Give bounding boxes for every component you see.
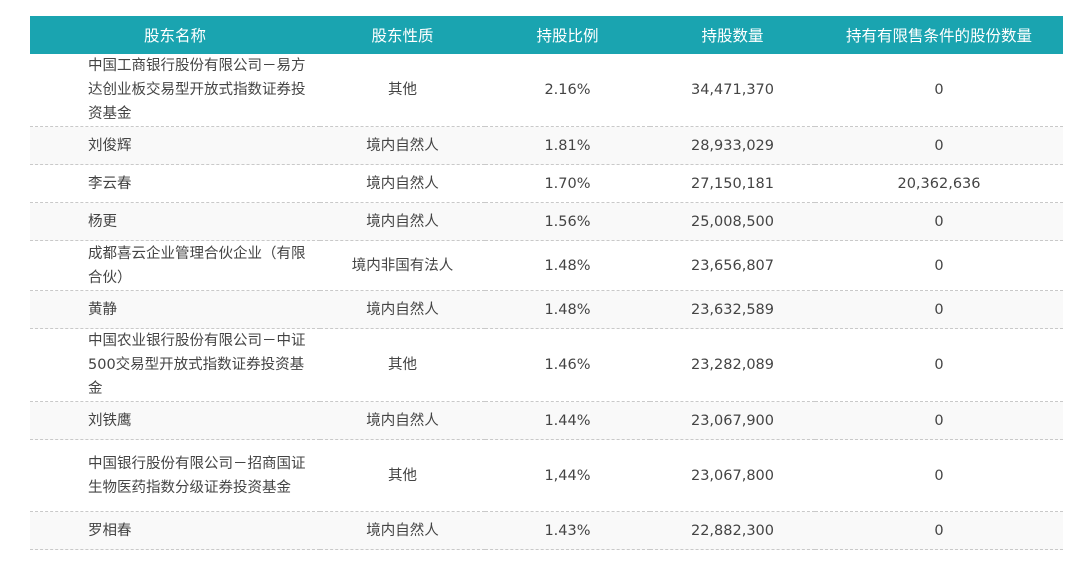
table-row: 中国工商银行股份有限公司－易方达创业板交易型开放式指数证券投资基金 其他 2.1…	[30, 54, 1063, 127]
restricted-shares: 0	[815, 439, 1063, 512]
share-count: 34,471,370	[650, 54, 815, 127]
shareholder-type: 境内自然人	[320, 511, 485, 550]
share-count: 28,933,029	[650, 126, 815, 165]
header-shareholder-name: 股东名称	[30, 16, 320, 54]
shareholder-type: 其他	[320, 54, 485, 127]
shareholder-type: 境内自然人	[320, 202, 485, 241]
shareholder-type: 境内非国有法人	[320, 240, 485, 291]
shareholder-name: 刘俊辉	[30, 126, 320, 165]
holding-ratio: 1.81%	[485, 126, 650, 165]
restricted-shares: 0	[815, 240, 1063, 291]
share-count: 27,150,181	[650, 164, 815, 203]
share-count: 23,282,089	[650, 328, 815, 402]
holding-ratio: 1.44%	[485, 401, 650, 440]
holding-ratio: 1,44%	[485, 439, 650, 512]
table-header: 股东名称 股东性质 持股比例 持股数量 持有有限售条件的股份数量	[30, 16, 1063, 54]
restricted-shares: 0	[815, 202, 1063, 241]
share-count: 23,067,900	[650, 401, 815, 440]
holding-ratio: 2.16%	[485, 54, 650, 127]
share-count: 23,656,807	[650, 240, 815, 291]
table-row: 成都喜云企业管理合伙企业（有限合伙） 境内非国有法人 1.48% 23,656,…	[30, 240, 1063, 291]
table-row: 刘铁鹰 境内自然人 1.44% 23,067,900 0	[30, 401, 1063, 440]
table-row: 杨更 境内自然人 1.56% 25,008,500 0	[30, 202, 1063, 241]
restricted-shares: 0	[815, 290, 1063, 329]
shareholder-table-container: 股东名称 股东性质 持股比例 持股数量 持有有限售条件的股份数量 中国工商银行股…	[30, 16, 1063, 550]
table-row: 罗相春 境内自然人 1.43% 22,882,300 0	[30, 511, 1063, 550]
holding-ratio: 1.70%	[485, 164, 650, 203]
holding-ratio: 1.43%	[485, 511, 650, 550]
header-shareholder-type: 股东性质	[320, 16, 485, 54]
shareholder-type: 境内自然人	[320, 401, 485, 440]
shareholder-type: 境内自然人	[320, 290, 485, 329]
header-restricted-shares: 持有有限售条件的股份数量	[815, 16, 1063, 54]
restricted-shares: 0	[815, 401, 1063, 440]
restricted-shares: 0	[815, 328, 1063, 402]
share-count: 23,067,800	[650, 439, 815, 512]
holding-ratio: 1.46%	[485, 328, 650, 402]
shareholder-name: 中国工商银行股份有限公司－易方达创业板交易型开放式指数证券投资基金	[30, 54, 320, 127]
shareholder-name: 黄静	[30, 290, 320, 329]
shareholder-type: 境内自然人	[320, 164, 485, 203]
shareholder-name: 中国农业银行股份有限公司－中证500交易型开放式指数证券投资基金	[30, 328, 320, 402]
shareholder-name: 李云春	[30, 164, 320, 203]
shareholder-name: 刘铁鹰	[30, 401, 320, 440]
holding-ratio: 1.48%	[485, 290, 650, 329]
shareholder-name: 杨更	[30, 202, 320, 241]
holding-ratio: 1.56%	[485, 202, 650, 241]
table-body: 中国工商银行股份有限公司－易方达创业板交易型开放式指数证券投资基金 其他 2.1…	[30, 54, 1063, 550]
shareholder-name: 中国银行股份有限公司－招商国证生物医药指数分级证券投资基金	[30, 439, 320, 512]
restricted-shares: 0	[815, 126, 1063, 165]
restricted-shares: 20,362,636	[815, 164, 1063, 203]
shareholder-name: 罗相春	[30, 511, 320, 550]
header-holding-ratio: 持股比例	[485, 16, 650, 54]
holding-ratio: 1.48%	[485, 240, 650, 291]
shareholder-table: 股东名称 股东性质 持股比例 持股数量 持有有限售条件的股份数量 中国工商银行股…	[30, 16, 1063, 550]
table-row: 刘俊辉 境内自然人 1.81% 28,933,029 0	[30, 126, 1063, 165]
header-share-count: 持股数量	[650, 16, 815, 54]
share-count: 22,882,300	[650, 511, 815, 550]
share-count: 25,008,500	[650, 202, 815, 241]
restricted-shares: 0	[815, 54, 1063, 127]
shareholder-name: 成都喜云企业管理合伙企业（有限合伙）	[30, 240, 320, 291]
shareholder-type: 其他	[320, 439, 485, 512]
table-row: 中国农业银行股份有限公司－中证500交易型开放式指数证券投资基金 其他 1.46…	[30, 328, 1063, 402]
table-row: 黄静 境内自然人 1.48% 23,632,589 0	[30, 290, 1063, 329]
share-count: 23,632,589	[650, 290, 815, 329]
table-row: 李云春 境内自然人 1.70% 27,150,181 20,362,636	[30, 164, 1063, 203]
table-row: 中国银行股份有限公司－招商国证生物医药指数分级证券投资基金 其他 1,44% 2…	[30, 439, 1063, 512]
header-row: 股东名称 股东性质 持股比例 持股数量 持有有限售条件的股份数量	[30, 16, 1063, 54]
shareholder-type: 其他	[320, 328, 485, 402]
shareholder-type: 境内自然人	[320, 126, 485, 165]
restricted-shares: 0	[815, 511, 1063, 550]
